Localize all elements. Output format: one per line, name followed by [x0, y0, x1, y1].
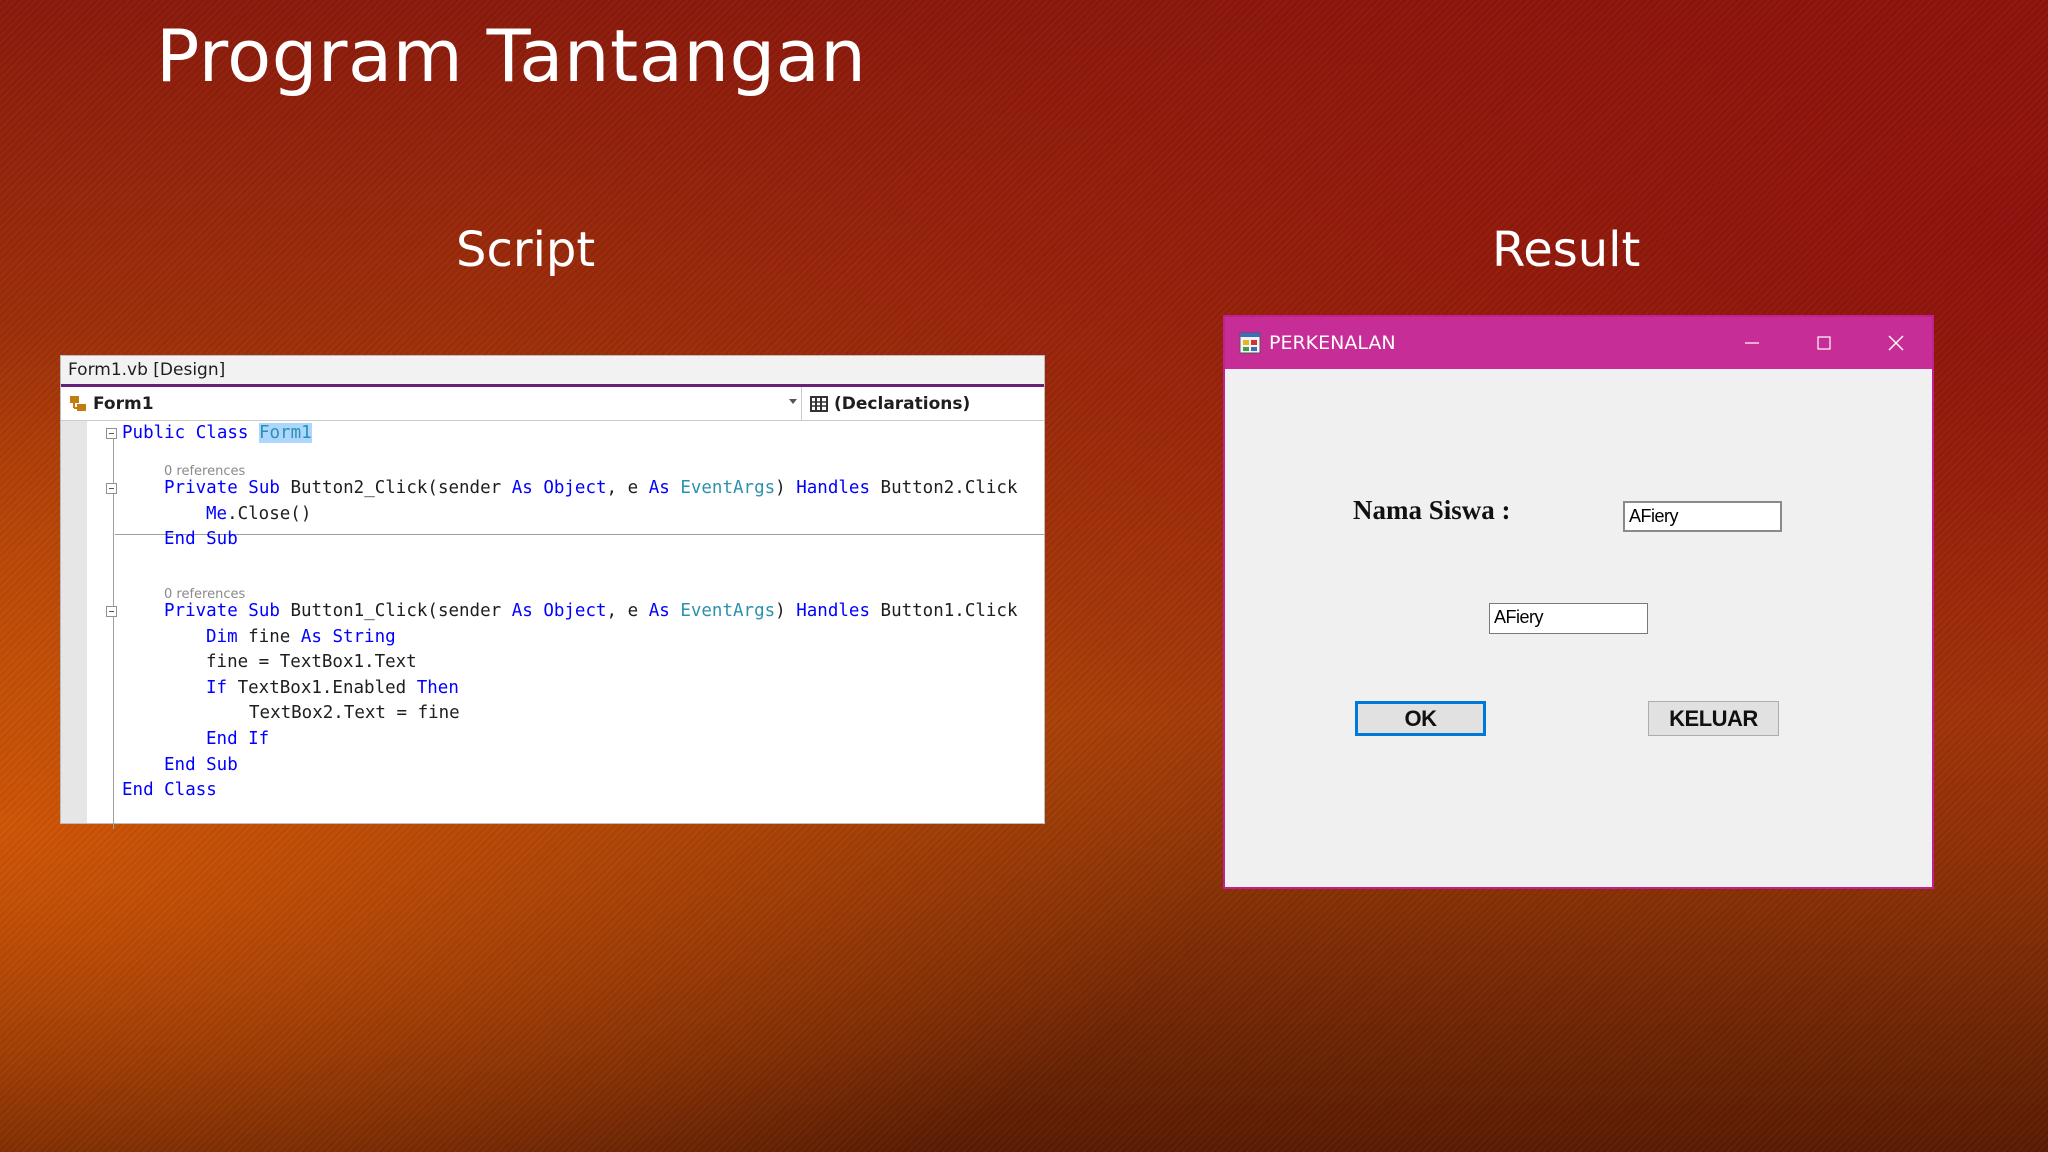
nama-siswa-input[interactable]: AFiery — [1623, 501, 1782, 532]
keluar-button[interactable]: KELUAR — [1648, 701, 1779, 736]
collapse-icon[interactable] — [106, 428, 117, 439]
result-window: PERKENALAN Nama Siswa : AFiery AFiery OK… — [1223, 315, 1934, 889]
close-icon — [1888, 335, 1904, 351]
code-line-8: If TextBox1.Enabled Then — [206, 678, 459, 698]
member-dropdown-label: (Declarations) — [834, 393, 971, 414]
code-line-3: Me.Close() — [206, 504, 312, 524]
chevron-down-icon — [789, 399, 797, 404]
form-icon — [1239, 332, 1261, 354]
minimize-button[interactable] — [1716, 317, 1788, 369]
maximize-button[interactable] — [1788, 317, 1860, 369]
minimize-icon — [1745, 342, 1759, 344]
script-heading: Script — [456, 222, 596, 278]
code-editor-panel: Form1.vb [Design] Form1 (Declarations) P… — [60, 355, 1045, 829]
window-title: PERKENALAN — [1269, 332, 1396, 354]
code-line-10: End If — [206, 729, 270, 749]
slide-title: Program Tantangan — [156, 14, 867, 98]
maximize-icon — [1817, 336, 1831, 350]
navigation-bar: Form1 (Declarations) — [61, 387, 1044, 421]
class-icon — [70, 395, 86, 411]
code-line-5: Private Sub Button1_Click(sender As Obje… — [164, 601, 1018, 621]
code-line-9: TextBox2.Text = fine — [249, 703, 460, 723]
ok-button[interactable]: OK — [1355, 701, 1486, 736]
member-dropdown[interactable]: (Declarations) — [802, 387, 1044, 420]
code-line-7: fine = TextBox1.Text — [206, 652, 417, 672]
code-line-2: Private Sub Button2_Click(sender As Obje… — [164, 478, 1018, 498]
code-line-1: Public Class Form1 — [122, 423, 312, 443]
nama-siswa-label: Nama Siswa : — [1353, 495, 1511, 525]
close-button[interactable] — [1860, 317, 1932, 369]
editor-tab-title[interactable]: Form1.vb [Design] — [61, 356, 1044, 387]
result-output-field[interactable]: AFiery — [1489, 603, 1648, 634]
code-line-11: End Sub — [164, 755, 238, 775]
class-dropdown-label: Form1 — [93, 393, 154, 414]
code-line-4: End Sub — [164, 529, 238, 549]
code-area[interactable]: Public Class Form1 0 references Private … — [61, 421, 1044, 829]
method-separator — [115, 534, 1044, 535]
members-icon — [810, 395, 828, 412]
window-titlebar[interactable]: PERKENALAN — [1225, 317, 1932, 369]
code-line-12: End Class — [122, 780, 217, 800]
code-line-6: Dim fine As String — [206, 627, 396, 647]
result-heading: Result — [1492, 222, 1641, 278]
collapse-icon[interactable] — [106, 483, 117, 494]
collapse-icon[interactable] — [106, 606, 117, 617]
editor-gutter — [61, 421, 87, 823]
class-dropdown[interactable]: Form1 — [61, 387, 802, 420]
